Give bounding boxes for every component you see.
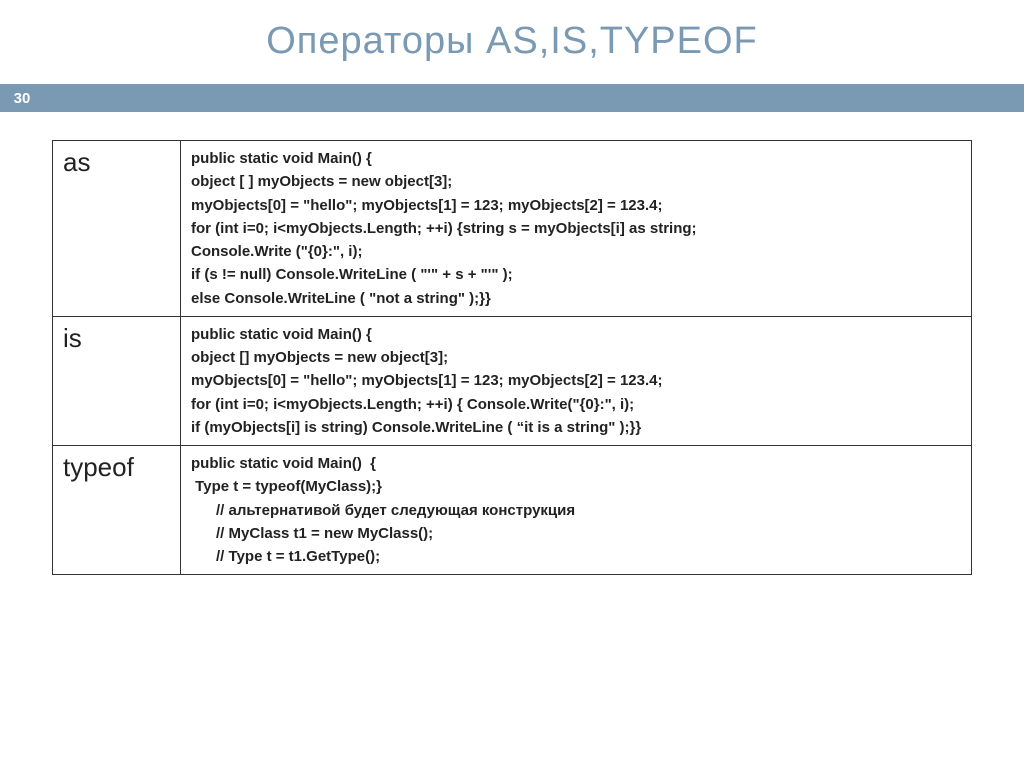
title-underline-bar: 30 (0, 84, 1024, 112)
code-line: // Type t = t1.GetType(); (191, 545, 961, 568)
operator-code-cell: public static void Main() { object [] my… (181, 316, 972, 445)
operator-name-cell: is (53, 316, 181, 445)
code-line: myObjects[0] = "hello"; myObjects[1] = 1… (191, 194, 961, 217)
table-row: typeof public static void Main() { Type … (53, 446, 972, 575)
code-line: public static void Main() { (191, 147, 961, 170)
slide-title: Операторы AS,IS,TYPEOF (0, 0, 1024, 63)
code-line: if (s != null) Console.WriteLine ( "'" +… (191, 263, 961, 286)
operator-name-cell: typeof (53, 446, 181, 575)
code-line: object [ ] myObjects = new object[3]; (191, 170, 961, 193)
page-number-badge: 30 (0, 84, 44, 112)
table-row: is public static void Main() { object []… (53, 316, 972, 445)
code-line: Console.Write ("{0}:", i); (191, 240, 961, 263)
code-line: // альтернативой будет следующая констру… (191, 499, 961, 522)
code-line: for (int i=0; i<myObjects.Length; ++i) {… (191, 217, 961, 240)
code-line: object [] myObjects = new object[3]; (191, 346, 961, 369)
operator-code-cell: public static void Main() { Type t = typ… (181, 446, 972, 575)
content-area: as public static void Main() { object [ … (52, 140, 972, 575)
operator-name-cell: as (53, 141, 181, 317)
code-line: for (int i=0; i<myObjects.Length; ++i) {… (191, 393, 961, 416)
table-row: as public static void Main() { object [ … (53, 141, 972, 317)
slide: Операторы AS,IS,TYPEOF 30 as public stat… (0, 0, 1024, 767)
code-line: else Console.WriteLine ( "not a string" … (191, 287, 961, 310)
code-line: Type t = typeof(MyClass);} (191, 475, 961, 498)
operator-code-cell: public static void Main() { object [ ] m… (181, 141, 972, 317)
operators-table: as public static void Main() { object [ … (52, 140, 972, 575)
code-line: if (myObjects[i] is string) Console.Writ… (191, 416, 961, 439)
code-line: myObjects[0] = "hello"; myObjects[1] = 1… (191, 369, 961, 392)
code-line: public static void Main() { (191, 452, 961, 475)
code-line: // MyClass t1 = new MyClass(); (191, 522, 961, 545)
code-line: public static void Main() { (191, 323, 961, 346)
